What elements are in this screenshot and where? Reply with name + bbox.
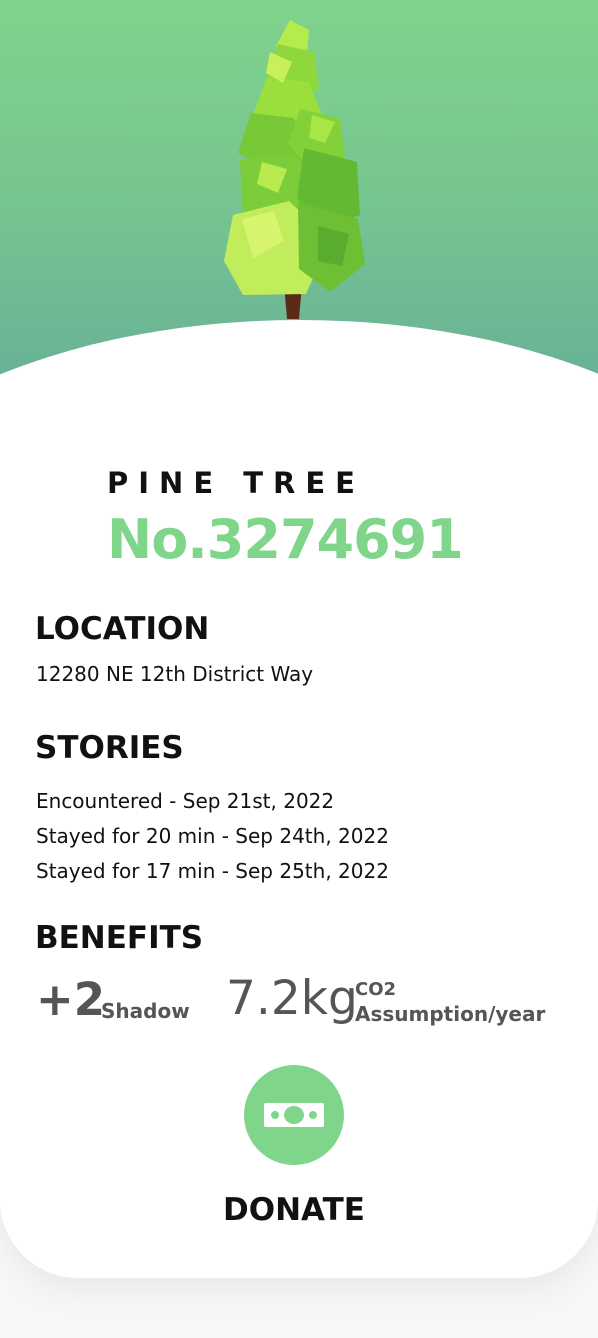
money-icon xyxy=(264,1103,324,1127)
co2-benefit-value: 7.2kg xyxy=(226,971,358,1026)
stories-title: STORIES xyxy=(35,730,184,766)
tree-number: No.3274691 xyxy=(107,508,464,571)
tree-info: PINE TREE No.3274691 LOCATION 12280 NE 1… xyxy=(0,0,598,1278)
tree-detail-page: PINE TREE No.3274691 LOCATION 12280 NE 1… xyxy=(0,0,598,1338)
story-item: Encountered - Sep 21st, 2022 xyxy=(36,789,335,813)
co2-unit: CO2 xyxy=(355,979,397,1000)
story-item: Stayed for 20 min - Sep 24th, 2022 xyxy=(36,824,389,848)
tree-detail-card: PINE TREE No.3274691 LOCATION 12280 NE 1… xyxy=(0,0,598,1278)
shadow-benefit-value: +2 xyxy=(36,973,106,1026)
benefits-title: BENEFITS xyxy=(35,920,204,956)
location-address: 12280 NE 12th District Way xyxy=(36,662,314,686)
donate-label[interactable]: DONATE xyxy=(199,1190,389,1230)
stories-list: Encountered - Sep 21st, 2022 Stayed for … xyxy=(36,786,389,891)
co2-benefit-label: Assumption/year xyxy=(355,1002,546,1026)
donate-button[interactable] xyxy=(244,1065,344,1165)
location-title: LOCATION xyxy=(35,611,210,647)
shadow-benefit-label: Shadow xyxy=(101,999,190,1023)
story-item: Stayed for 17 min - Sep 25th, 2022 xyxy=(36,859,389,883)
tree-type: PINE TREE xyxy=(107,466,365,500)
